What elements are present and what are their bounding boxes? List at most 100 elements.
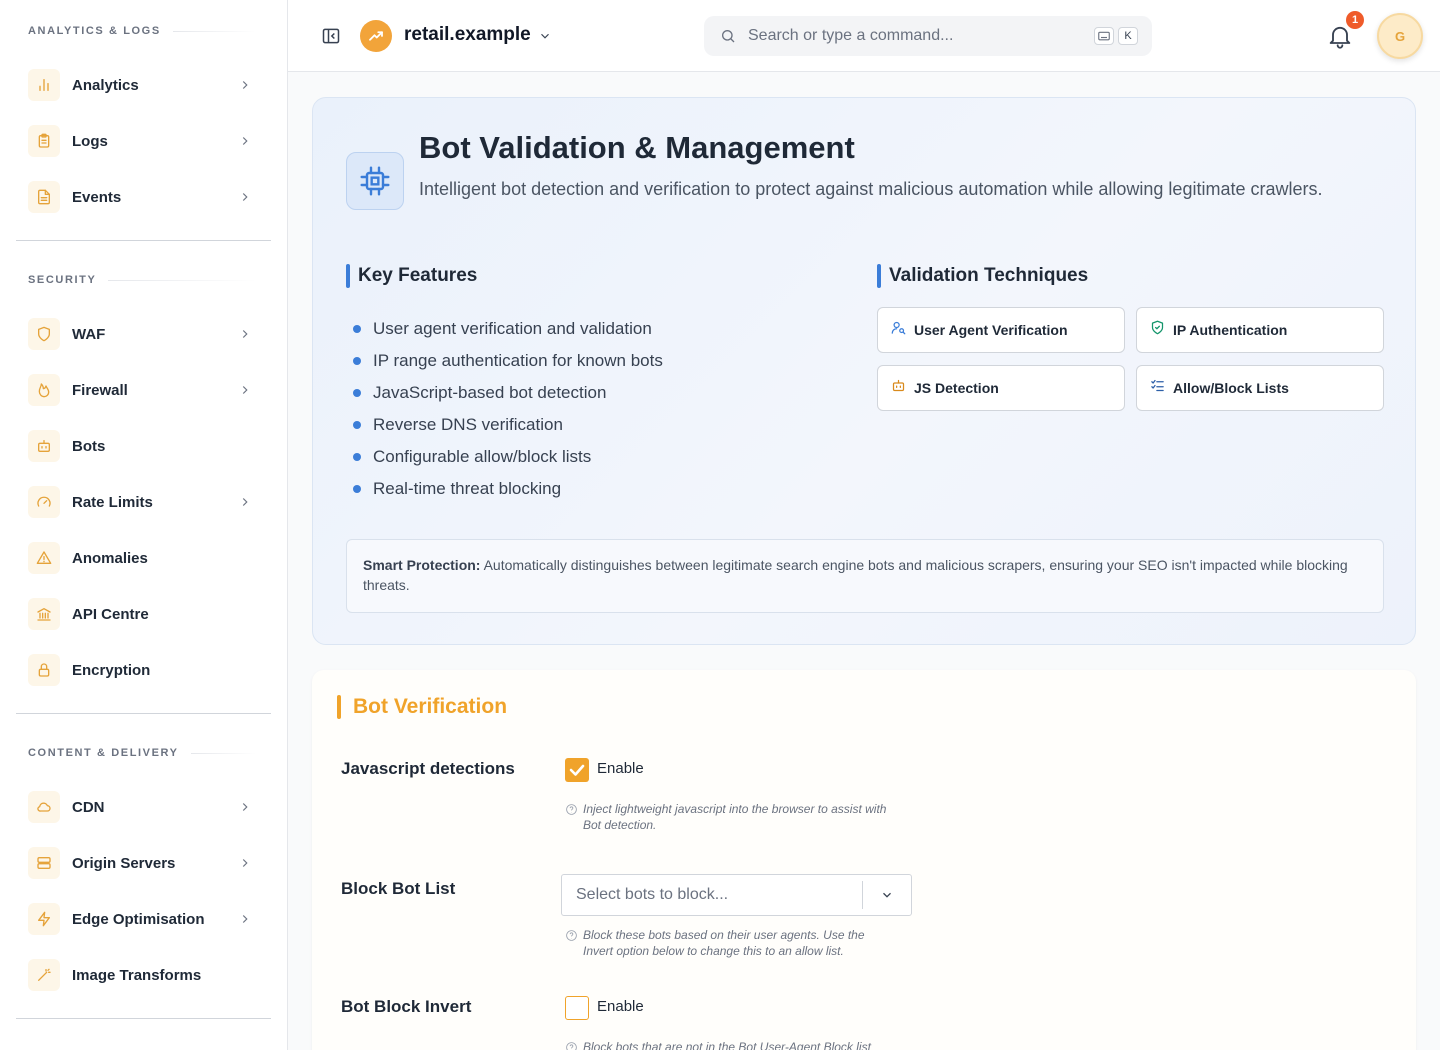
cpu-chip-icon — [346, 152, 404, 210]
shield-check-icon — [1150, 320, 1165, 340]
sidebar-item-origin-servers[interactable]: Origin Servers — [16, 839, 272, 887]
list-item: User agent verification and validation — [353, 313, 663, 345]
feature-text: Configurable allow/block lists — [373, 447, 592, 466]
sidebar-item-label: Image Transforms — [72, 966, 202, 984]
block-bot-list-select[interactable]: Select bots to block... — [561, 874, 912, 916]
technique-js-detection: JS Detection — [877, 365, 1125, 411]
sidebar-divider — [16, 713, 271, 714]
sidebar-item-cdn[interactable]: CDN — [16, 783, 272, 831]
search-icon — [720, 28, 736, 44]
lightning-icon — [28, 903, 60, 935]
sidebar-item-label: Origin Servers — [72, 854, 176, 872]
bullet-dot — [353, 357, 361, 365]
sidebar-item-logs[interactable]: Logs — [16, 117, 272, 165]
feature-text: User agent verification and validation — [373, 319, 652, 338]
chevron-down-icon[interactable] — [863, 888, 911, 902]
sidebar-item-label: WAF — [72, 325, 106, 343]
bullet-dot — [353, 485, 361, 493]
server-icon — [28, 847, 60, 879]
sidebar-item-firewall[interactable]: Firewall — [16, 366, 272, 414]
chevron-right-icon — [238, 495, 252, 509]
sidebar-item-anomalies[interactable]: Anomalies — [16, 534, 272, 582]
command-search[interactable]: Search or type a command... K — [704, 16, 1152, 56]
smart-protection-note: Smart Protection: Automatically distingu… — [346, 539, 1384, 613]
chevron-right-icon — [238, 190, 252, 204]
js-detections-label: Javascript detections — [341, 759, 515, 778]
sidebar-item-label: Events — [72, 188, 122, 206]
sidebar-item-encryption[interactable]: Encryption — [16, 646, 272, 694]
avatar[interactable]: G — [1377, 13, 1423, 59]
help-text: Block bots that are not in the Bot User-… — [583, 1040, 871, 1050]
section-divider-line — [190, 752, 256, 754]
technique-label: Allow/Block Lists — [1173, 380, 1289, 396]
sidebar-item-label: Bots — [72, 437, 106, 455]
help-circle-icon — [565, 1041, 578, 1050]
js-detections-checkbox-label[interactable]: Enable — [597, 760, 644, 777]
technique-label: User Agent Verification — [914, 322, 1068, 338]
list-item: JavaScript-based bot detection — [353, 377, 663, 409]
validation-techniques-heading: Validation Techniques — [877, 264, 1088, 288]
sidebar-section-title: CONTENT & DELIVERY — [28, 747, 256, 759]
sidebar-item-api-centre[interactable]: API Centre — [16, 590, 272, 638]
sidebar-item-label: Analytics — [72, 76, 139, 94]
sidebar-divider — [16, 1018, 271, 1019]
feature-text: JavaScript-based bot detection — [373, 383, 607, 402]
sidebar-item-analytics[interactable]: Analytics — [16, 61, 272, 109]
sidebar-item-events[interactable]: Events — [16, 173, 272, 221]
list-item: IP range authentication for known bots — [353, 345, 663, 377]
bot-icon — [28, 430, 60, 462]
chevron-right-icon — [238, 800, 252, 814]
select-placeholder: Select bots to block... — [576, 886, 729, 903]
technique-label: IP Authentication — [1173, 322, 1288, 338]
bot-block-invert-help: Block bots that are not in the Bot User-… — [565, 1039, 895, 1050]
site-logo-icon[interactable] — [360, 20, 392, 52]
shortcut-key: K — [1118, 27, 1138, 45]
js-detections-checkbox[interactable] — [565, 758, 589, 782]
sidebar-item-waf[interactable]: WAF — [16, 310, 272, 358]
section-divider-line — [172, 30, 256, 32]
bullet-dot — [353, 389, 361, 397]
sidebar-item-label: Firewall — [72, 381, 128, 399]
chevron-right-icon — [238, 78, 252, 92]
technique-user-agent-verification: User Agent Verification — [877, 307, 1125, 353]
help-circle-icon — [565, 929, 578, 942]
warning-triangle-icon — [28, 542, 60, 574]
checkmark-icon — [569, 764, 585, 776]
bot-block-invert-checkbox[interactable] — [565, 996, 589, 1020]
magic-wand-icon — [28, 959, 60, 991]
sidebar-item-bots[interactable]: Bots — [16, 422, 272, 470]
sidebar-divider — [16, 240, 271, 241]
help-text: Inject lightweight javascript into the b… — [583, 802, 887, 832]
bot-block-invert-label: Bot Block Invert — [341, 997, 472, 1016]
search-input[interactable]: Search or type a command... — [748, 27, 1094, 45]
section-title-content-delivery: CONTENT & DELIVERY — [28, 747, 179, 759]
site-selector[interactable]: retail.example — [404, 24, 531, 46]
section-title: Bot Verification — [337, 695, 507, 719]
chevron-right-icon — [238, 134, 252, 148]
flame-icon — [28, 374, 60, 406]
block-bot-list-help: Block these bots based on their user age… — [565, 927, 895, 959]
sidebar-collapse-icon[interactable] — [321, 26, 341, 46]
list-item: Real-time threat blocking — [353, 473, 663, 505]
shield-icon — [28, 318, 60, 350]
clipboard-icon — [28, 125, 60, 157]
bot-management-overview: Bot Validation & Management Intelligent … — [312, 97, 1416, 645]
bot-icon — [891, 378, 906, 398]
sidebar-item-edge-optimisation[interactable]: Edge Optimisation — [16, 895, 272, 943]
sidebar-item-image-transforms[interactable]: Image Transforms — [16, 951, 272, 999]
feature-text: Real-time threat blocking — [373, 479, 562, 498]
sidebar-item-rate-limits[interactable]: Rate Limits — [16, 478, 272, 526]
lock-icon — [28, 654, 60, 686]
sidebar-section-title: SECURITY — [28, 274, 256, 286]
bot-block-invert-checkbox-label[interactable]: Enable — [597, 998, 644, 1015]
page-description: Intelligent bot detection and verificati… — [419, 179, 1323, 199]
sidebar-item-label: API Centre — [72, 605, 149, 623]
landmark-icon — [28, 598, 60, 630]
note-text: Automatically distinguishes between legi… — [363, 557, 1348, 593]
bar-chart-icon — [28, 69, 60, 101]
sidebar-item-label: Edge Optimisation — [72, 910, 205, 928]
file-text-icon — [28, 181, 60, 213]
section-divider-line — [108, 279, 256, 281]
chevron-down-icon[interactable] — [538, 29, 552, 43]
js-detections-help: Inject lightweight javascript into the b… — [565, 801, 895, 833]
